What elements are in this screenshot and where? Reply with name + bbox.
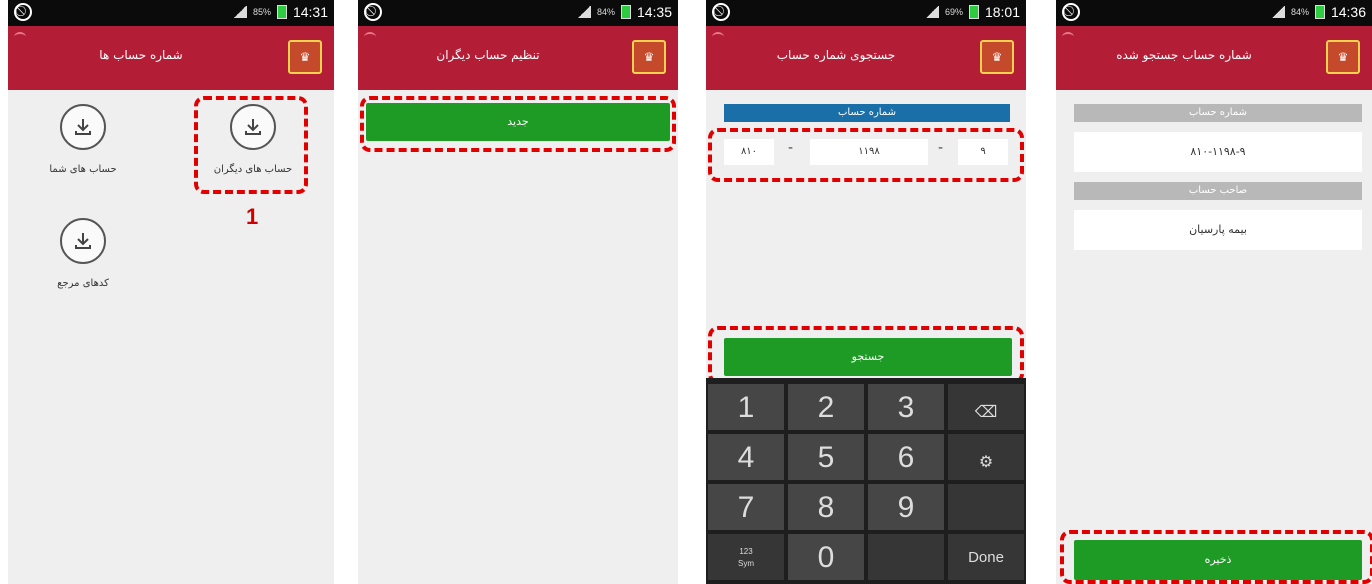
- account-number-value: ۸۱۰-۱۱۹۸-۹: [1074, 132, 1362, 172]
- highlight-box: [1060, 530, 1372, 584]
- key-9[interactable]: 9: [868, 484, 944, 530]
- title-bar: تنظیم حساب دیگران ♛: [358, 26, 678, 90]
- symbols-key-bottom: Sym: [738, 559, 754, 568]
- phone-screen-searched-account: ⃠ 84% 14:36 شماره حساب جستجو شده ♛ شماره…: [1056, 0, 1372, 584]
- key-8[interactable]: 8: [788, 484, 864, 530]
- key-6[interactable]: 6: [868, 434, 944, 480]
- battery-percent: 84%: [1290, 7, 1309, 17]
- key-5[interactable]: 5: [788, 434, 864, 480]
- reference-codes-label: کدهای مرجع: [57, 278, 109, 289]
- key-0[interactable]: 0: [788, 534, 864, 580]
- wifi-icon: [1062, 32, 1074, 42]
- settings-key[interactable]: ⚙: [948, 434, 1024, 480]
- key-3[interactable]: 3: [868, 384, 944, 430]
- key-1[interactable]: 1: [708, 384, 784, 430]
- backspace-icon: ⌫: [974, 404, 998, 421]
- highlight-box: [360, 96, 676, 152]
- signal-icon: [576, 6, 591, 18]
- status-time: 14:36: [1330, 4, 1366, 20]
- title-bar: شماره حساب جستجو شده ♛: [1056, 26, 1372, 90]
- page-title: شماره حساب ها: [99, 48, 183, 62]
- wifi-icon: [712, 32, 724, 42]
- battery-icon: [968, 5, 979, 19]
- do-not-disturb-icon: ⃠: [1062, 3, 1080, 21]
- wifi-icon: [364, 32, 376, 42]
- title-bar: شماره حساب ها ♛: [8, 26, 334, 90]
- battery-percent: 85%: [252, 7, 271, 17]
- bank-logo-icon: ♛: [980, 40, 1014, 74]
- page-title: جستجوی شماره حساب: [776, 48, 896, 62]
- your-accounts-label: حساب های شما: [49, 164, 117, 175]
- status-bar: ⃠ 84% 14:35: [358, 0, 678, 26]
- page-title: شماره حساب جستجو شده: [1116, 48, 1252, 62]
- backspace-key[interactable]: ⌫: [948, 384, 1024, 430]
- key-4[interactable]: 4: [708, 434, 784, 480]
- signal-icon: [1270, 6, 1285, 18]
- phone-screen-accounts: ⃠ 85% 14:31 شماره حساب ها ♛ حساب های دیگ…: [8, 0, 334, 584]
- key-2[interactable]: 2: [788, 384, 864, 430]
- status-bar: ⃠ 69% 18:01: [706, 0, 1026, 26]
- your-accounts-item[interactable]: حساب های شما: [28, 104, 138, 175]
- empty-key: [948, 484, 1024, 530]
- status-time: 18:01: [984, 4, 1020, 20]
- symbols-key[interactable]: 123 Sym: [708, 534, 784, 580]
- done-key[interactable]: Done: [948, 534, 1024, 580]
- bank-logo-icon: ♛: [288, 40, 322, 74]
- status-time: 14:35: [636, 4, 672, 20]
- bank-logo-icon: ♛: [632, 40, 666, 74]
- key-7[interactable]: 7: [708, 484, 784, 530]
- battery-percent: 69%: [944, 7, 963, 17]
- title-bar: جستجوی شماره حساب ♛: [706, 26, 1026, 90]
- account-owner-value: بیمه پارسیان: [1074, 210, 1362, 250]
- numeric-keyboard: 1 2 3 ⌫ 4 5 6 ⚙ 7 8 9 123 Sym 0 Done: [706, 378, 1026, 584]
- gear-icon: ⚙: [978, 454, 994, 471]
- phone-screen-manage-others: ⃠ 84% 14:35 تنظیم حساب دیگران ♛ جدید: [358, 0, 678, 584]
- status-bar: ⃠ 84% 14:36: [1056, 0, 1372, 26]
- step-number: 1: [246, 204, 259, 229]
- symbols-key-top: 123: [739, 547, 753, 556]
- bank-logo-icon: ♛: [1326, 40, 1360, 74]
- space-key[interactable]: [868, 534, 944, 580]
- account-owner-header: صاحب حساب: [1074, 182, 1362, 200]
- do-not-disturb-icon: ⃠: [14, 3, 32, 21]
- status-bar: ⃠ 85% 14:31: [8, 0, 334, 26]
- wifi-icon: [14, 32, 26, 42]
- page-title: تنظیم حساب دیگران: [436, 48, 540, 62]
- reference-codes-item[interactable]: کدهای مرجع: [28, 218, 138, 289]
- battery-percent: 84%: [596, 7, 615, 17]
- content-area: شماره حساب ۸۱۰-۱۱۹۸-۹ صاحب حساب بیمه پار…: [1056, 90, 1372, 584]
- phone-screen-search-account: ⃠ 69% 18:01 جستجوی شماره حساب ♛ شماره حس…: [706, 0, 1026, 584]
- account-number-header: شماره حساب: [1074, 104, 1362, 122]
- battery-icon: [276, 5, 287, 19]
- highlight-box: [194, 96, 308, 194]
- status-time: 14:31: [292, 4, 328, 20]
- do-not-disturb-icon: ⃠: [712, 3, 730, 21]
- highlight-box: [708, 128, 1024, 182]
- battery-icon: [1314, 5, 1325, 19]
- battery-icon: [620, 5, 631, 19]
- signal-icon: [232, 6, 247, 18]
- highlight-box: [708, 326, 1024, 384]
- do-not-disturb-icon: ⃠: [364, 3, 382, 21]
- account-number-header: شماره حساب: [724, 104, 1010, 122]
- download-icon: [60, 218, 106, 264]
- signal-icon: [924, 6, 939, 18]
- download-icon: [60, 104, 106, 150]
